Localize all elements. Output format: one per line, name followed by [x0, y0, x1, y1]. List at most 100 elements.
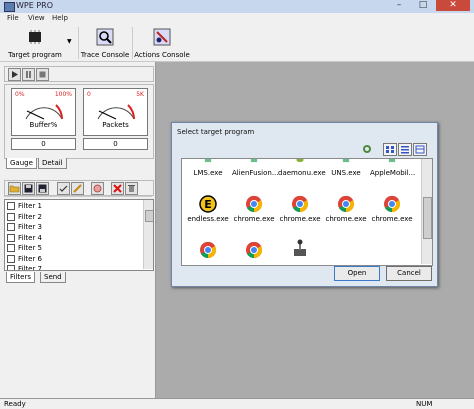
program-item[interactable]: AppleMobil...: [370, 159, 415, 177]
actions-icon: [153, 28, 171, 46]
filter-checkbox[interactable]: [7, 233, 15, 242]
filter-checkbox[interactable]: [7, 244, 15, 252]
save-as-filter-button[interactable]: [36, 182, 49, 195]
filter-checkbox[interactable]: [7, 254, 15, 263]
gauge-panel: 0% 100% Buffer% 0 0 5K Packets 0: [4, 84, 154, 159]
maximize-button[interactable]: □: [412, 0, 434, 11]
open-filter-button[interactable]: [8, 182, 21, 195]
program-item[interactable]: chrome.exe: [232, 195, 276, 223]
chrome-icon: [200, 241, 217, 259]
program-name: chrome.exe: [325, 215, 367, 223]
program-item[interactable]: AlienFusion...: [232, 159, 279, 177]
program-item[interactable]: E endless.exe: [186, 195, 230, 223]
trash-filter-button[interactable]: [125, 182, 138, 195]
play-button[interactable]: [8, 68, 21, 81]
minimize-button[interactable]: –: [388, 0, 410, 11]
select-target-dialog: Select target program LMS.exe AlienFusio…: [171, 122, 438, 287]
program-item[interactable]: LMS.exe: [186, 159, 230, 177]
tab-detail[interactable]: Detail: [38, 158, 67, 169]
program-grid: LMS.exe AlienFusion... daemonu.exe UNS.e…: [181, 158, 433, 266]
trace-console-button[interactable]: Trace Console: [78, 27, 131, 59]
main-toolbar: Target program ▼ Trace Console Actions C…: [0, 24, 474, 62]
filter-row[interactable]: Filter 7: [7, 264, 43, 271]
view-details-button[interactable]: [413, 143, 427, 156]
large-icons-view-icon: [386, 146, 394, 153]
view-large-icons-button[interactable]: [383, 143, 397, 156]
play-icon: [12, 71, 18, 78]
list-view-icon: [401, 146, 409, 154]
program-grid-scrollbar[interactable]: [421, 159, 432, 264]
refresh-icon: [363, 145, 371, 153]
program-name: chrome.exe: [371, 215, 413, 223]
save-filter-button[interactable]: [22, 182, 35, 195]
toggle-filter-button[interactable]: [57, 182, 70, 195]
program-item[interactable]: [232, 241, 276, 261]
filter-checkbox[interactable]: [7, 265, 15, 270]
pause-button[interactable]: [22, 68, 35, 81]
buffer-gauge-caption: Buffer%: [29, 121, 58, 129]
filter-row[interactable]: Filter 5: [7, 243, 42, 253]
close-button[interactable]: ✕: [436, 0, 470, 11]
filter-label: Filter 7: [18, 265, 43, 271]
target-dropdown-arrow-icon[interactable]: ▼: [67, 38, 72, 45]
program-item[interactable]: UNS.exe: [324, 159, 368, 177]
filter-row[interactable]: Filter 6: [7, 254, 42, 264]
folder-icon: [9, 185, 20, 193]
filter-list: Filter 1 Filter 2 Filter 3 Filter 4 Filter 5…: [4, 199, 154, 271]
clear-filter-button[interactable]: [91, 182, 104, 195]
delete-filter-button[interactable]: [111, 182, 124, 195]
program-item[interactable]: chrome.exe: [278, 195, 322, 223]
filter-checkbox[interactable]: [7, 212, 15, 221]
program-name: endless.exe: [187, 215, 229, 223]
details-view-icon: [415, 145, 425, 154]
tab-send[interactable]: Send: [40, 272, 66, 283]
chrome-icon: [338, 195, 355, 213]
program-item[interactable]: [186, 241, 230, 261]
filter-label: Filter 1: [18, 202, 43, 210]
menu-file[interactable]: File: [7, 14, 19, 22]
scroll-thumb[interactable]: [423, 197, 432, 239]
filter-label: Filter 5: [18, 244, 43, 252]
filter-checkbox[interactable]: [7, 223, 15, 231]
chrome-icon: [246, 241, 263, 259]
filter-row[interactable]: Filter 3: [7, 222, 42, 232]
daemon-app-icon: [296, 159, 304, 163]
packets-gauge-min: 0: [87, 91, 91, 98]
open-button[interactable]: Open: [334, 266, 380, 281]
view-list-button[interactable]: [398, 143, 412, 156]
window-app-icon: [250, 159, 258, 163]
trace-console-label: Trace Console: [80, 51, 130, 59]
program-item[interactable]: chrome.exe: [370, 195, 414, 223]
tab-gauge[interactable]: Gauge: [6, 158, 37, 169]
joystick-app-icon: [294, 239, 306, 256]
filter-row[interactable]: Filter 2: [7, 212, 42, 222]
scroll-thumb[interactable]: [145, 210, 153, 222]
menu-view[interactable]: View: [28, 14, 45, 22]
status-bar: Ready NUM: [0, 398, 474, 409]
filter-checkbox[interactable]: [7, 202, 15, 210]
filter-list-scrollbar[interactable]: [143, 200, 153, 269]
filter-row[interactable]: Filter 4: [7, 233, 42, 243]
magnifier-icon: [96, 28, 114, 46]
program-item[interactable]: daemonu.exe: [278, 159, 326, 177]
window-app-icon: [388, 159, 396, 163]
window-app-icon: [204, 159, 212, 163]
filter-check-icon: [59, 185, 68, 192]
cancel-button[interactable]: Cancel: [386, 266, 432, 281]
actions-console-button[interactable]: Actions Console: [132, 27, 191, 59]
filter-row[interactable]: Filter 1: [7, 201, 42, 211]
pause-icon: [26, 71, 31, 78]
edit-filter-button[interactable]: [71, 182, 84, 195]
stop-button[interactable]: [36, 68, 49, 81]
program-name: AlienFusion...: [232, 169, 279, 177]
program-item[interactable]: [278, 239, 322, 259]
filter-label: Filter 4: [18, 233, 43, 242]
tab-filters[interactable]: Filters: [6, 272, 35, 283]
program-item[interactable]: chrome.exe: [324, 195, 368, 223]
buffer-gauge: 0% 100% Buffer%: [11, 88, 76, 136]
menu-help[interactable]: Help: [52, 14, 68, 22]
refresh-button[interactable]: [360, 143, 374, 155]
program-name: chrome.exe: [233, 215, 275, 223]
target-program-button[interactable]: Target program: [4, 27, 66, 59]
chrome-icon: [384, 195, 401, 213]
